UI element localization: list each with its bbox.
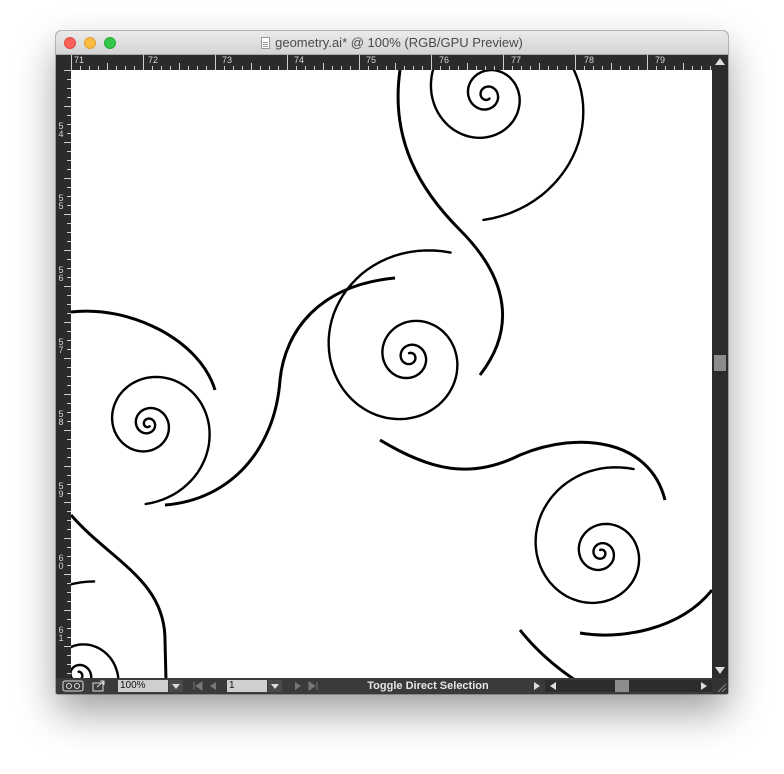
ruler-label: 55 xyxy=(58,193,64,211)
scroll-left-arrow-icon[interactable] xyxy=(548,680,558,692)
vertical-ruler-ticks xyxy=(64,70,71,674)
resize-grip-icon[interactable] xyxy=(712,678,728,694)
horizontal-scrollbar[interactable] xyxy=(545,680,712,692)
page-dropdown-chevron-down-icon[interactable] xyxy=(268,680,282,692)
zoom-dropdown-chevron-down-icon[interactable] xyxy=(169,680,183,692)
horizontal-scroll-thumb[interactable] xyxy=(615,680,629,692)
next-last-page-icons[interactable] xyxy=(291,680,321,692)
ruler-label: 61 xyxy=(58,625,64,643)
artboard-canvas[interactable] xyxy=(71,70,712,678)
horizontal-ruler[interactable]: 71 72 73 74 75 76 77 78 79 xyxy=(56,55,728,70)
spiral-artwork[interactable] xyxy=(71,70,712,678)
window-title-group: geometry.ai* @ 100% (RGB/GPU Preview) xyxy=(56,31,728,54)
ruler-label: 74 xyxy=(294,55,305,65)
status-menu-arrow-icon[interactable] xyxy=(532,680,542,692)
connector-center-bottomright[interactable] xyxy=(379,438,667,501)
gpu-toggle-icon[interactable] xyxy=(62,680,84,692)
ruler-label: 60 xyxy=(58,553,64,571)
ruler-label: 78 xyxy=(584,55,595,65)
ruler-label: 56 xyxy=(58,265,64,283)
status-text: Toggle Direct Selection xyxy=(367,680,489,692)
ruler-label: 77 xyxy=(511,55,522,65)
title-bar[interactable]: geometry.ai* @ 100% (RGB/GPU Preview) xyxy=(56,31,728,55)
zoom-level-field[interactable]: 100% xyxy=(118,680,168,692)
vertical-scroll-thumb[interactable] xyxy=(714,355,726,371)
ruler-label: 71 xyxy=(74,55,85,65)
window-title: geometry.ai* @ 100% (RGB/GPU Preview) xyxy=(275,35,523,50)
spiral-center[interactable] xyxy=(327,249,459,421)
spiral-top[interactable] xyxy=(429,70,585,222)
ruler-label: 54 xyxy=(58,121,64,139)
first-previous-page-icons[interactable] xyxy=(192,680,222,692)
ruler-label: 75 xyxy=(366,55,377,65)
vertical-ruler[interactable]: 54 55 56 57 58 59 60 61 xyxy=(56,70,71,678)
ruler-label: 73 xyxy=(222,55,233,65)
spiral-bottom-left[interactable] xyxy=(71,580,120,678)
spiral-bottom-right[interactable] xyxy=(534,466,641,605)
connector-left-bottom[interactable] xyxy=(71,514,168,678)
spiral-left[interactable] xyxy=(110,375,211,506)
ruler-label: 58 xyxy=(58,409,64,427)
document-window: geometry.ai* @ 100% (RGB/GPU Preview) 71… xyxy=(56,31,728,694)
connector-bottomright-tail[interactable] xyxy=(518,629,575,678)
ruler-label: 79 xyxy=(655,55,666,65)
connector-bottomright-edge[interactable] xyxy=(579,589,712,637)
document-icon xyxy=(261,36,271,49)
ruler-label: 76 xyxy=(439,55,450,65)
status-bar: 100% 1 Toggle Direct Selection xyxy=(56,678,728,694)
ruler-label: 72 xyxy=(148,55,159,65)
vertical-scrollbar[interactable] xyxy=(712,55,728,678)
share-icon[interactable] xyxy=(92,680,106,692)
scroll-up-arrow-icon[interactable] xyxy=(715,58,725,65)
page-number-field[interactable]: 1 xyxy=(227,680,267,692)
ruler-label: 59 xyxy=(58,481,64,499)
ruler-label: 57 xyxy=(58,337,64,355)
connector-top-center[interactable] xyxy=(396,70,505,376)
scroll-down-arrow-icon[interactable] xyxy=(715,667,725,674)
scroll-right-arrow-icon[interactable] xyxy=(699,680,709,692)
